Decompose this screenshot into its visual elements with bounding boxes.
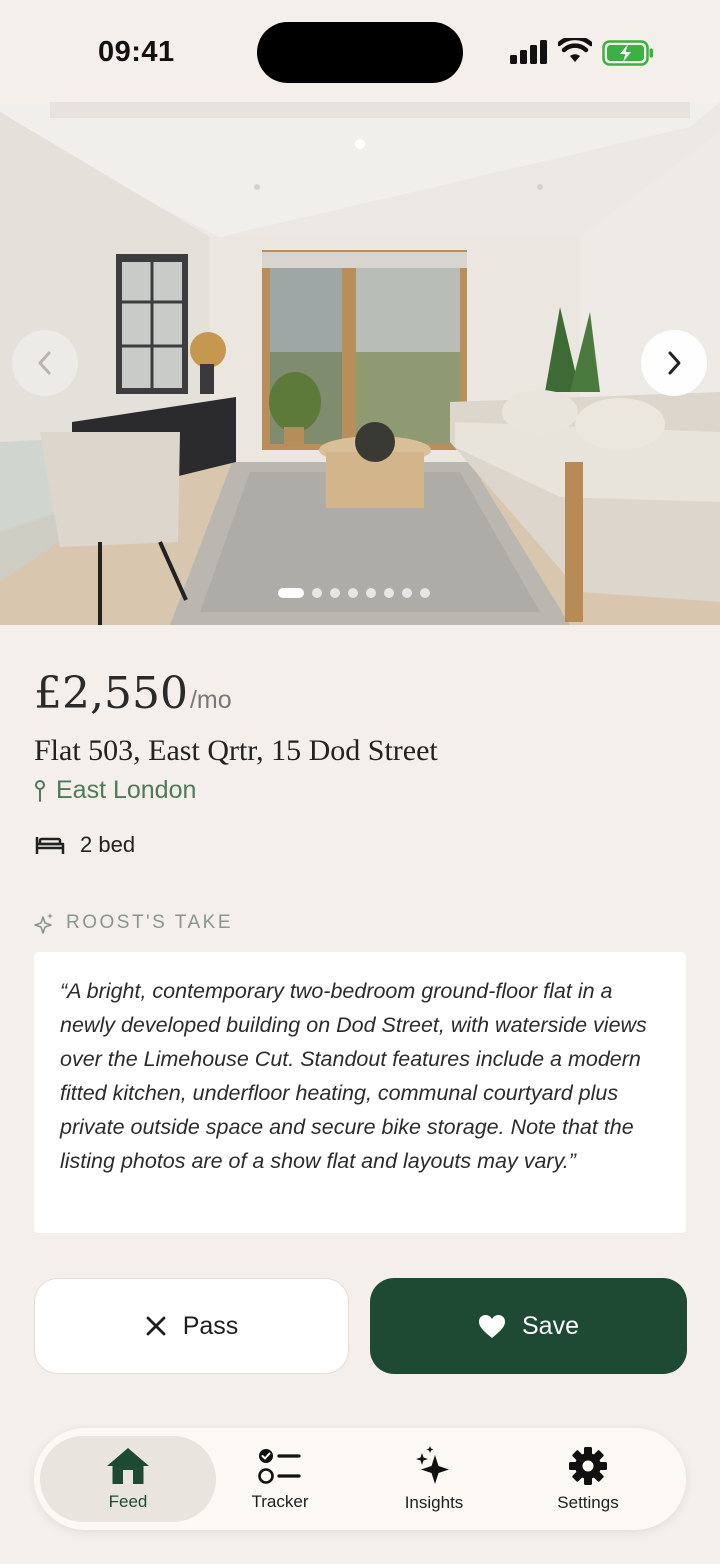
heart-icon [479, 1314, 505, 1338]
take-label: ROOST'S TAKE [34, 912, 233, 934]
checklist-icon [258, 1449, 301, 1484]
gallery-dot-active[interactable] [278, 588, 304, 598]
listing-price: £2,550/mo [34, 668, 232, 719]
gallery-dot[interactable] [384, 588, 394, 598]
sparkles-icon [416, 1446, 449, 1484]
cellular-signal-icon [510, 40, 547, 64]
price-unit: /mo [189, 686, 232, 714]
bed-icon [35, 837, 65, 854]
take-label-text: ROOST'S TAKE [66, 912, 234, 933]
tab-insights[interactable]: Insights [346, 1436, 522, 1522]
listing-photo [0, 102, 720, 625]
listing-location: East London [34, 776, 196, 805]
gallery-next-button[interactable] [641, 330, 707, 396]
gallery-dot[interactable] [366, 588, 376, 598]
tab-tracker-label: Tracker [251, 1492, 309, 1511]
tab-feed-label: Feed [108, 1492, 148, 1511]
tab-feed[interactable]: Feed [40, 1436, 216, 1522]
gallery-dot[interactable] [348, 588, 358, 598]
chevron-right-icon [668, 351, 681, 375]
gallery-dot[interactable] [312, 588, 322, 598]
listing-address: Flat 503, East Qrtr, 15 Dod Street [34, 734, 438, 767]
price-value: £2,550 [34, 668, 188, 719]
take-card: “A bright, contemporary two-bedroom grou… [34, 952, 686, 1233]
pass-button[interactable]: Pass [34, 1278, 349, 1374]
status-bar: 09:41 [0, 0, 720, 102]
gallery-dot[interactable] [420, 588, 430, 598]
tab-settings-label: Settings [557, 1493, 619, 1512]
sparkle-icon [34, 913, 53, 934]
take-text: “A bright, contemporary two-bedroom grou… [60, 979, 647, 1173]
battery-charging-icon [602, 40, 653, 66]
bottom-tab-bar: Feed Tracker Insights Settings [34, 1428, 686, 1530]
gear-icon [569, 1447, 607, 1485]
save-label: Save [522, 1311, 579, 1340]
tab-insights-label: Insights [404, 1493, 464, 1512]
gallery-dot[interactable] [330, 588, 340, 598]
beds-text: 2 bed [80, 832, 136, 857]
listing-beds: 2 bed [34, 832, 135, 858]
gallery-page-indicator [278, 588, 430, 598]
gallery-prev-button[interactable] [12, 330, 78, 396]
home-icon [107, 1448, 149, 1484]
save-button[interactable]: Save [370, 1278, 687, 1374]
status-time: 09:41 [98, 36, 175, 68]
gallery-dot[interactable] [402, 588, 412, 598]
pin-icon [35, 779, 45, 802]
close-icon [146, 1316, 166, 1336]
pass-label: Pass [182, 1311, 239, 1340]
tab-settings[interactable]: Settings [500, 1436, 676, 1522]
tab-tracker[interactable]: Tracker [192, 1436, 368, 1522]
location-text: East London [56, 776, 197, 804]
listing-photo-gallery[interactable] [0, 102, 720, 625]
dynamic-island [257, 22, 463, 83]
wifi-icon [558, 38, 592, 62]
chevron-left-icon [38, 351, 51, 375]
